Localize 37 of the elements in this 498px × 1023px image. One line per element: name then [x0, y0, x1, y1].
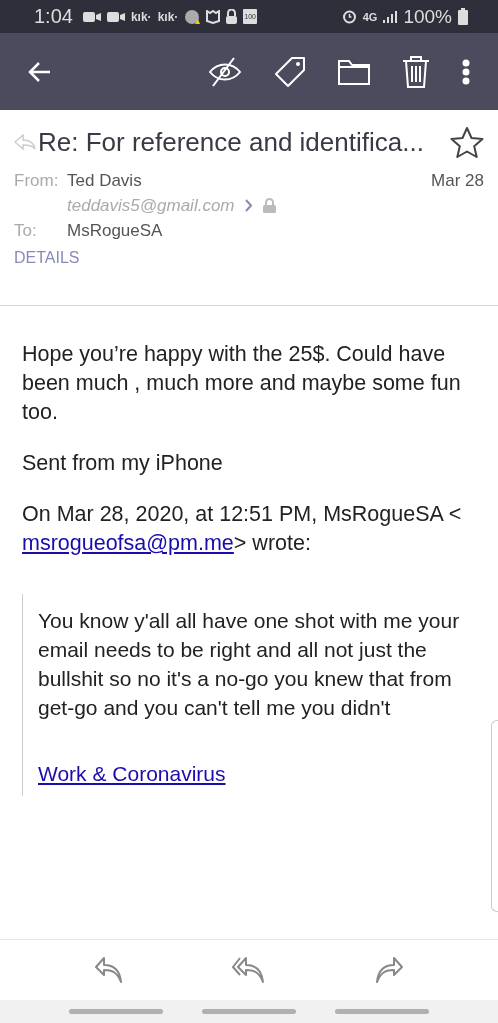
lock-icon	[226, 9, 238, 24]
tag-icon[interactable]	[274, 55, 306, 88]
email-date: Mar 28	[431, 170, 484, 191]
reply-icon[interactable]	[94, 956, 124, 984]
back-arrow-icon[interactable]	[28, 60, 52, 83]
quote-attribution: On Mar 28, 2020, at 12:51 PM, MsRogueSA < msrogueofsa@pm.me> wrote:	[22, 501, 463, 557]
quoted-text: You know y'all all have one shot with me your email needs to be right and all not just the bullshit so no it's a no-go you knew that from get-go and you can't tell me you didn't	[38, 608, 461, 721]
folder-icon[interactable]	[338, 58, 370, 85]
forward-icon[interactable]	[374, 956, 404, 984]
network-type: 4G	[362, 10, 378, 23]
reply-all-icon[interactable]	[232, 956, 266, 984]
lock-icon	[262, 198, 276, 213]
trash-icon[interactable]	[402, 55, 430, 88]
app-label: kık·	[130, 9, 152, 24]
message-text: Hope you’re happy with the 25$. Could have been much , much more and maybe some fun too.	[22, 341, 462, 426]
email-subject: Re: For reference and identifica...	[38, 126, 425, 158]
battery-percent: 100%	[403, 5, 452, 28]
message-text: Sent from my iPhone	[22, 450, 224, 477]
battery-icon	[458, 8, 468, 25]
more-options-icon[interactable]	[462, 58, 470, 85]
status-time: 1:04	[34, 5, 73, 28]
eye-slash-icon[interactable]	[208, 56, 242, 87]
sender-name: Ted Davis	[67, 170, 142, 191]
video-camera-icon	[106, 10, 125, 23]
chevron-right-icon[interactable]	[244, 199, 253, 212]
video-camera-icon	[82, 10, 101, 23]
quoted-link[interactable]: Work & Coronavirus	[38, 762, 226, 785]
reply-icon	[14, 134, 36, 150]
app-label: kık·	[157, 9, 179, 24]
to-label: To:	[14, 220, 38, 241]
from-label: From:	[14, 170, 60, 191]
recipient-name: MsRogueSA	[67, 220, 163, 241]
star-icon[interactable]	[450, 126, 484, 158]
alarm-icon	[341, 9, 357, 24]
shield-icon	[206, 9, 221, 24]
signal-icon	[383, 10, 398, 23]
email-link[interactable]: msrogueofsa@pm.me	[22, 531, 234, 555]
